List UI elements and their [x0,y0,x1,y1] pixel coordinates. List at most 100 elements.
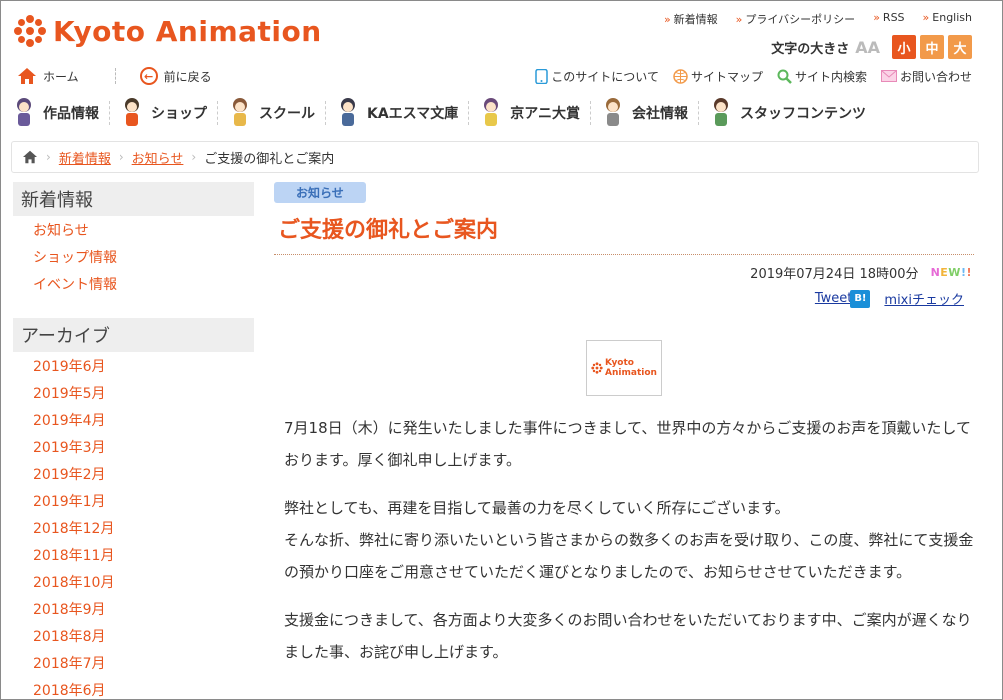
archive-item[interactable]: 2018年12月 [33,516,254,543]
archive-item[interactable]: 2019年4月 [33,408,254,435]
mobile-icon [535,68,549,84]
article-paragraph: 7月18日（木）に発生いたしました事件につきまして、世界中の方々からご支援のお声… [284,419,971,469]
hatena-bookmark-icon[interactable]: B! [850,289,871,308]
font-size-small-button[interactable]: 小 [892,35,916,59]
article-paragraph: 支援金につきまして、各方面より大変多くのお問い合わせをいただいております中、ご案… [284,611,972,661]
utility-nav: ホーム ← 前に戻る このサイトについて サイトマップ サイト内検索 お問い合わ… [17,65,972,87]
mixi-check-link[interactable]: mixiチェック [884,289,964,308]
main-nav-ka-esuma[interactable]: KAエスマ文庫 [325,95,468,131]
main-nav: 作品情報 ショップ スクール KAエスマ文庫 京アニ大賞 会社情報 スタッフコン… [1,93,1002,133]
main-nav-award[interactable]: 京アニ大賞 [468,95,590,131]
contact-label: お問い合わせ [899,69,972,84]
main-nav-award-label: 京アニ大賞 [510,106,580,122]
archive-item[interactable]: 2019年2月 [33,462,254,489]
font-size-large-button[interactable]: 大 [948,35,972,59]
sidebar-news-block: 新着情報 お知らせ ショップ情報 イベント情報 [13,182,254,299]
chevron-right-icon: › [118,150,124,164]
article-logo-line1: Kyoto [605,358,634,368]
top-link-privacy[interactable]: プライバシーポリシー [736,11,855,27]
main-nav-staff-label: スタッフコンテンツ [740,106,866,122]
top-link-english[interactable]: English [923,11,972,27]
site-search-link[interactable]: サイト内検索 [777,68,867,85]
main-nav-staff[interactable]: スタッフコンテンツ [698,95,876,131]
archive-item[interactable]: 2018年9月 [33,597,254,624]
site-logo[interactable]: Kyoto Animation [13,13,322,49]
article-logo-line2: Animation [605,368,657,378]
globe-icon [673,68,688,84]
main-nav-school[interactable]: スクール [217,95,325,131]
sidebar-item-event[interactable]: イベント情報 [33,272,254,299]
article-date: 2019年07月24日 18時00分 [750,267,919,282]
archive-item[interactable]: 2018年11月 [33,543,254,570]
sidebar-item-shop[interactable]: ショップ情報 [33,245,254,272]
kyoani-flower-icon [591,362,603,374]
chevron-right-icon: › [46,150,51,164]
character-avatar-icon [125,98,139,126]
character-avatar-icon [233,98,247,126]
logo-text: Kyoto Animation [53,14,322,48]
back-arrow-icon: ← [139,67,158,85]
home-link[interactable]: ホーム [17,67,79,85]
main-nav-company-label: 会社情報 [632,106,688,122]
back-label: 前に戻る [163,69,212,84]
main-nav-works-label: 作品情報 [43,106,99,122]
main-nav-shop-label: ショップ [151,106,207,122]
top-link-rss[interactable]: RSS [873,11,905,27]
archive-item[interactable]: 2018年6月 [33,678,254,699]
kyoani-flower-icon [14,15,46,47]
top-links: 新着情報 プライバシーポリシー RSS English [664,11,972,27]
article-title: ご支援の御礼とご案内 [274,212,974,255]
archive-item[interactable]: 2019年3月 [33,435,254,462]
nav-separator [114,68,116,84]
home-label: ホーム [43,69,79,84]
archive-item[interactable]: 2018年7月 [33,651,254,678]
about-site-label: このサイトについて [551,69,659,84]
article-meta: 2019年07月24日 18時00分 NEW!! [274,263,974,282]
main-nav-shop[interactable]: ショップ [109,95,217,131]
sitemap-link[interactable]: サイトマップ [673,68,763,85]
main-nav-works[interactable]: 作品情報 [1,95,109,131]
character-avatar-icon [714,98,728,126]
character-avatar-icon [606,98,620,126]
mail-icon [880,70,897,82]
contact-link[interactable]: お問い合わせ [880,68,972,85]
main-nav-company[interactable]: 会社情報 [590,95,698,131]
main-nav-ka-esuma-label: KAエスマ文庫 [367,106,459,122]
article-paragraph: 弊社としても、再建を目指して最善の力を尽くしていく所存にございます。 そんな折、… [284,499,974,581]
character-avatar-icon [17,98,31,126]
page-frame: Kyoto Animation 新着情報 プライバシーポリシー RSS Engl… [0,0,1003,700]
archive-item[interactable]: 2019年5月 [33,381,254,408]
new-badge: NEW!! [930,266,972,279]
breadcrumb-current: ご支援の御礼とご案内 [204,151,335,167]
archive-item[interactable]: 2018年8月 [33,624,254,651]
archive-item[interactable]: 2018年10月 [33,570,254,597]
category-tag: お知らせ [274,182,366,203]
about-site-link[interactable]: このサイトについて [535,68,659,85]
character-avatar-icon [341,98,355,126]
font-size-selector: 文字の大きさ AA 小 中 大 [771,35,972,59]
back-link[interactable]: ← 前に戻る [139,67,212,85]
archive-item[interactable]: 2019年1月 [33,489,254,516]
font-size-medium-button[interactable]: 中 [920,35,944,59]
site-search-label: サイト内検索 [794,69,867,84]
breadcrumb-notice[interactable]: お知らせ [132,148,184,167]
breadcrumb-news[interactable]: 新着情報 [59,148,111,167]
chevron-right-icon: › [191,150,197,164]
main-nav-school-label: スクール [259,106,315,122]
home-icon[interactable] [22,150,38,164]
article-logo-image: Kyoto Animation [586,340,662,396]
sidebar-news-heading: 新着情報 [13,182,254,216]
breadcrumb: › 新着情報 › お知らせ › ご支援の御礼とご案内 [11,141,979,173]
character-avatar-icon [484,98,499,126]
article: お知らせ ご支援の御礼とご案内 2019年07月24日 18時00分 NEW!!… [274,182,974,684]
archive-item[interactable]: 2019年6月 [33,354,254,381]
tweet-link[interactable]: Tweet [815,291,853,306]
sidebar: 新着情報 お知らせ ショップ情報 イベント情報 アーカイブ 2019年6月 20… [13,182,254,699]
search-icon [777,69,792,84]
top-link-news[interactable]: 新着情報 [664,11,718,27]
font-size-aa-icon: AA [855,37,880,57]
share-buttons: Tweet B! mixiチェック [274,289,974,308]
sidebar-item-notice[interactable]: お知らせ [33,218,254,245]
home-icon [18,68,36,84]
sitemap-label: サイトマップ [690,69,763,84]
